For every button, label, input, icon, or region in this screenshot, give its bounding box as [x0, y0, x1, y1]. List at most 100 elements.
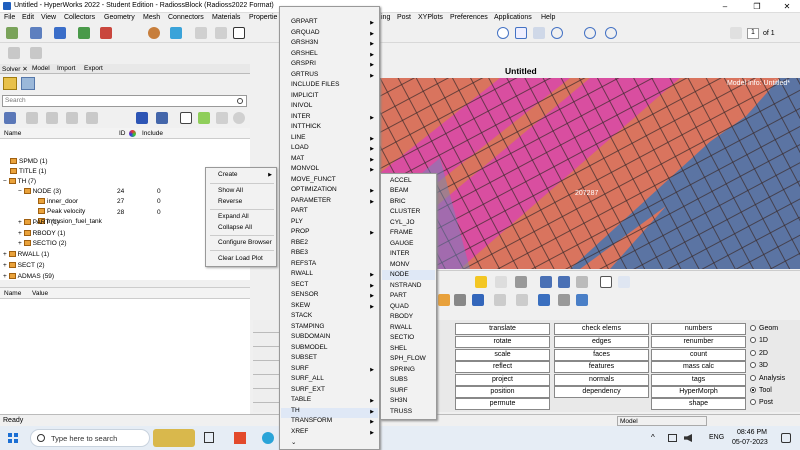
- expand-icon[interactable]: [86, 112, 98, 124]
- menu-applications[interactable]: Applications: [494, 14, 532, 21]
- menu-item-subset[interactable]: SUBSET: [291, 354, 317, 361]
- maximize-button[interactable]: ❐: [742, 1, 772, 12]
- th-item-gauge[interactable]: GAUGE: [390, 240, 413, 247]
- tab-solver[interactable]: Solver ✕: [2, 65, 28, 73]
- new-model-icon[interactable]: [6, 27, 18, 39]
- th-item-nstrand[interactable]: NSTRAND: [390, 282, 421, 289]
- link-icon[interactable]: [495, 276, 507, 288]
- ctx-collapse-all[interactable]: Collapse All: [218, 224, 252, 231]
- menu-mesh[interactable]: Mesh: [143, 14, 160, 21]
- wireframe-icon[interactable]: [538, 294, 550, 306]
- tree-item[interactable]: + RWALL (1): [3, 251, 49, 261]
- menu-item-rbe3[interactable]: RBE3: [291, 249, 308, 256]
- menu-item-mat[interactable]: MAT: [291, 155, 304, 162]
- menu-properties[interactable]: Propertie: [249, 14, 277, 21]
- show-icon[interactable]: [26, 112, 38, 124]
- project-button[interactable]: project: [455, 374, 550, 386]
- display-icon[interactable]: [215, 27, 227, 39]
- frame-icon[interactable]: [233, 27, 245, 39]
- menu-item-load[interactable]: LOAD: [291, 144, 309, 151]
- menu-xyplots[interactable]: XYPlots: [418, 14, 443, 21]
- ctx-show-all[interactable]: Show All: [218, 187, 243, 194]
- position-button[interactable]: position: [455, 386, 550, 398]
- hypermorph-button[interactable]: HyperMorph: [651, 386, 746, 398]
- language-indicator[interactable]: ENG: [709, 434, 724, 441]
- reflect-button[interactable]: reflect: [455, 361, 550, 373]
- menu-item-grtrus[interactable]: GRTRUS: [291, 71, 318, 78]
- hide-icon[interactable]: [46, 112, 58, 124]
- menu-item-skew[interactable]: SKEW: [291, 302, 310, 309]
- zoom-window-icon[interactable]: [515, 27, 527, 39]
- menu-item-inter[interactable]: INTER: [291, 113, 311, 120]
- clock-time[interactable]: 08:46 PM: [737, 429, 767, 436]
- tree-item[interactable]: + PART (1): [18, 219, 59, 229]
- col-id[interactable]: ID: [119, 130, 126, 137]
- arrow-left-icon[interactable]: [540, 276, 552, 288]
- transparency-icon[interactable]: [516, 294, 528, 306]
- view-icon[interactable]: [216, 112, 228, 124]
- arrow-back-icon[interactable]: [576, 276, 588, 288]
- menu-post[interactable]: Post: [397, 14, 411, 21]
- th-item-beam[interactable]: BEAM: [390, 187, 408, 194]
- menu-item-monvol[interactable]: MONVOL: [291, 165, 319, 172]
- th-item-sectio[interactable]: SECTIO: [390, 334, 414, 341]
- prop-col-value[interactable]: Value: [32, 290, 48, 297]
- radio-1d[interactable]: 1D: [750, 337, 768, 344]
- menu-view[interactable]: View: [41, 14, 56, 21]
- menu-item-sect[interactable]: SECT: [291, 281, 308, 288]
- prop-col-name[interactable]: Name: [4, 290, 21, 297]
- clock-date[interactable]: 05-07-2023: [732, 439, 768, 446]
- user-icon[interactable]: [148, 27, 160, 39]
- menu-item-parameter[interactable]: PARAMETER: [291, 197, 331, 204]
- search-icon[interactable]: [237, 98, 243, 104]
- normals-button[interactable]: normals: [554, 374, 649, 386]
- th-item-truss[interactable]: TRUSS: [390, 408, 412, 415]
- tree-item[interactable]: TITLE (1): [10, 168, 46, 178]
- geometry-icon[interactable]: [170, 27, 182, 39]
- windows-start-icon[interactable]: [8, 433, 18, 443]
- tab-export[interactable]: Export: [84, 65, 103, 72]
- tree-item[interactable]: + RBODY (1): [18, 230, 65, 240]
- th-item-cyl-jo[interactable]: CYL_JO: [390, 219, 415, 226]
- chevron-up-icon[interactable]: ^: [651, 433, 655, 442]
- tree-item[interactable]: + SECTIO (2): [18, 240, 67, 250]
- menu-item-part[interactable]: PART: [291, 207, 308, 214]
- permute-button[interactable]: permute: [455, 398, 550, 410]
- radio-geom[interactable]: Geom: [750, 325, 778, 332]
- menu-item-sensor[interactable]: SENSOR: [291, 291, 318, 298]
- menu-item-include-files[interactable]: INCLUDE FILES: [291, 81, 339, 88]
- browser-search-input[interactable]: Search: [2, 95, 247, 107]
- menu-item-surf-all[interactable]: SURF_ALL: [291, 375, 324, 382]
- radio-analysis[interactable]: Analysis: [750, 375, 785, 382]
- scale-button[interactable]: scale: [455, 349, 550, 361]
- store-icon[interactable]: [234, 432, 246, 444]
- dependency-button[interactable]: dependency: [554, 386, 649, 398]
- tree-item[interactable]: inner_door: [38, 198, 78, 208]
- menu-item-stamping[interactable]: STAMPING: [291, 323, 324, 330]
- node-display-icon[interactable]: [558, 294, 570, 306]
- menu-item-line[interactable]: LINE: [291, 134, 305, 141]
- th-item-sh3n[interactable]: SH3N: [390, 397, 407, 404]
- edge-icon[interactable]: [262, 432, 274, 444]
- renumber-button[interactable]: renumber: [651, 336, 746, 348]
- translate-button[interactable]: translate: [455, 323, 550, 335]
- menu-geometry[interactable]: Geometry: [104, 14, 135, 21]
- tag-icon[interactable]: [198, 112, 210, 124]
- faces-button[interactable]: faces: [554, 349, 649, 361]
- menu-item-th[interactable]: TH: [291, 407, 300, 414]
- th-item-surf[interactable]: SURF: [390, 387, 408, 394]
- edges-button[interactable]: edges: [554, 336, 649, 348]
- th-item-sph-flow[interactable]: SPH_FLOW: [390, 355, 426, 362]
- menu-edit[interactable]: Edit: [22, 14, 34, 21]
- rotate-icon[interactable]: [551, 27, 563, 39]
- menu-item-refsta[interactable]: REFSTA: [291, 260, 316, 267]
- tree-item[interactable]: − TH (7): [3, 178, 36, 188]
- notification-icon[interactable]: [781, 433, 791, 443]
- numbers-button[interactable]: numbers: [651, 323, 746, 335]
- menu-item-stack[interactable]: STACK: [291, 312, 312, 319]
- reject-icon[interactable]: [195, 27, 207, 39]
- col-name[interactable]: Name: [4, 130, 21, 137]
- minimize-button[interactable]: –: [710, 1, 740, 12]
- cube-icon[interactable]: [136, 112, 148, 124]
- mass-calc-button[interactable]: mass calc: [651, 361, 746, 373]
